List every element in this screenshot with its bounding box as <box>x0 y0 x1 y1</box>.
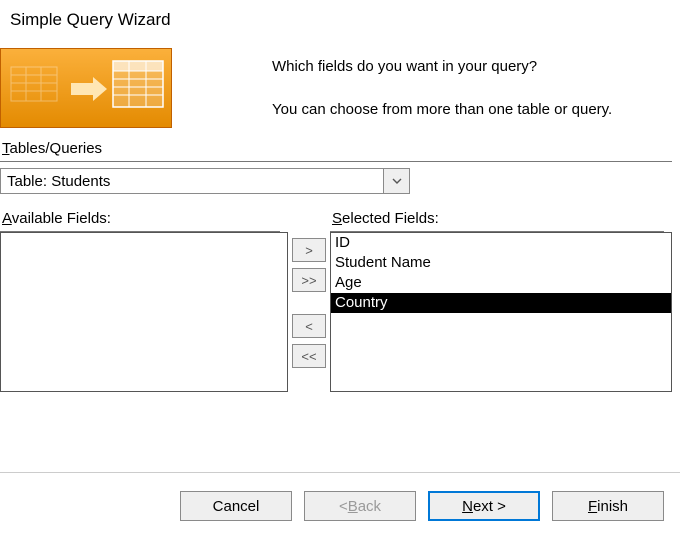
remove-all-fields-button[interactable]: << <box>292 344 326 368</box>
chevron-down-icon <box>392 176 402 187</box>
available-fields-list[interactable] <box>0 232 288 392</box>
intro-text: Which fields do you want in your query? … <box>172 38 632 120</box>
move-buttons-column: > >> < << <box>288 198 330 392</box>
combo-dropdown-button[interactable] <box>384 168 410 194</box>
wizard-illustration <box>0 48 172 128</box>
selected-fields-label: Selected Fields: <box>330 198 664 232</box>
finish-button[interactable]: Finish <box>552 491 664 521</box>
intro-line-2: You can choose from more than one table … <box>272 99 612 120</box>
header-area: Which fields do you want in your query? … <box>0 38 680 128</box>
tables-queries-combo[interactable]: Table: Students <box>0 168 410 194</box>
tables-queries-value[interactable]: Table: Students <box>0 168 384 194</box>
list-item[interactable]: Country <box>331 293 671 313</box>
list-item[interactable]: ID <box>331 233 671 253</box>
back-button[interactable]: < Back <box>304 491 416 521</box>
window-title: Simple Query Wizard <box>0 0 680 38</box>
intro-line-1: Which fields do you want in your query? <box>272 56 612 77</box>
wizard-window: Simple Query Wizard <box>0 0 680 535</box>
next-button[interactable]: Next > <box>428 491 540 521</box>
button-bar: Cancel < Back Next > Finish <box>0 472 680 521</box>
add-field-button[interactable]: > <box>292 238 326 262</box>
list-item[interactable]: Student Name <box>331 253 671 273</box>
list-item[interactable]: Age <box>331 273 671 293</box>
tables-queries-label: Tables/Queries <box>0 128 672 162</box>
fields-area: Available Fields: > >> < << Selected Fie… <box>0 198 672 392</box>
available-fields-label: Available Fields: <box>0 198 280 232</box>
remove-field-button[interactable]: < <box>292 314 326 338</box>
add-all-fields-button[interactable]: >> <box>292 268 326 292</box>
cancel-button[interactable]: Cancel <box>180 491 292 521</box>
selected-fields-list[interactable]: IDStudent NameAgeCountry <box>330 232 672 392</box>
